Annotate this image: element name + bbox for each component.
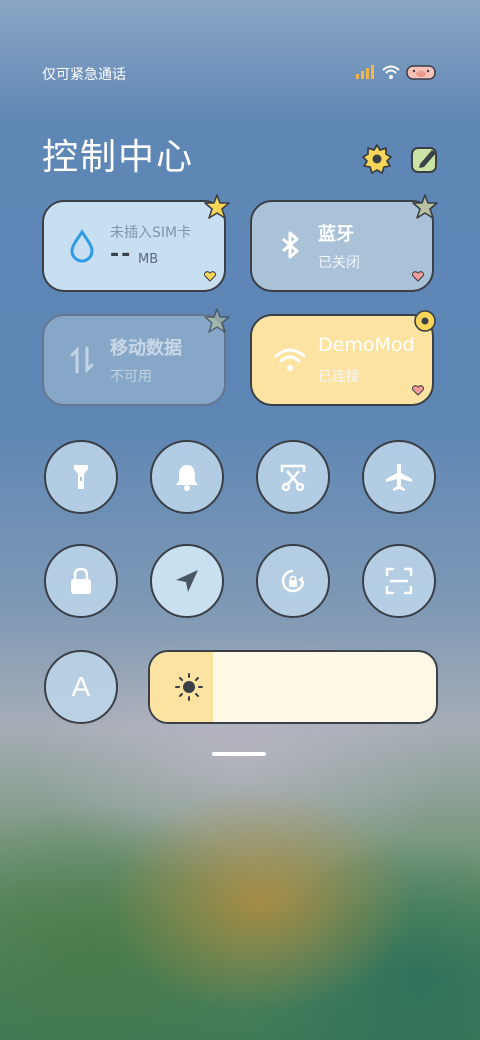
star-decoration-icon	[412, 194, 438, 219]
bell-toggle[interactable]	[150, 440, 224, 514]
rotation-lock-icon	[281, 569, 305, 593]
sun-icon	[175, 673, 203, 701]
rotation-lock-toggle[interactable]	[256, 544, 330, 618]
data-usage-value: --	[110, 242, 133, 267]
mobile-data-label: 移动数据	[110, 338, 182, 359]
star-decoration-icon	[204, 308, 230, 333]
heart-decoration-icon	[412, 271, 424, 282]
carrier-status-text: 仅可紧急通话	[42, 67, 126, 83]
brightness-slider[interactable]	[148, 650, 438, 724]
water-drop-icon	[70, 229, 94, 263]
gear-icon[interactable]	[362, 144, 392, 174]
star-decoration-icon	[204, 194, 230, 219]
airplane-toggle[interactable]	[362, 440, 436, 514]
bluetooth-label: 蓝牙	[318, 224, 354, 245]
sim-status-label: 未插入SIM卡	[110, 225, 192, 241]
status-icons	[356, 64, 436, 80]
scan-icon	[385, 567, 413, 595]
signal-icon	[356, 65, 374, 79]
gear-decoration-icon	[414, 310, 436, 332]
mobile-data-tile[interactable]: 移动数据 不可用	[42, 308, 230, 406]
screenshot-icon	[280, 464, 306, 492]
mobile-data-status: 不可用	[110, 369, 152, 385]
bell-icon	[176, 465, 198, 491]
wifi-status: 已连接	[318, 369, 360, 385]
lock-icon	[71, 567, 91, 594]
data-usage-tile[interactable]: 未插入SIM卡 -- MB	[42, 194, 230, 292]
wifi-icon	[382, 65, 400, 79]
heart-decoration-icon	[412, 385, 424, 396]
lock-toggle[interactable]	[44, 544, 118, 618]
edit-icon[interactable]	[410, 144, 440, 174]
wifi-icon	[274, 348, 306, 371]
data-usage-unit: MB	[138, 252, 159, 267]
auto-brightness-label: A	[71, 671, 91, 702]
bluetooth-icon	[282, 231, 299, 259]
pig-icon	[406, 65, 436, 80]
heart-decoration-icon	[204, 271, 216, 282]
bluetooth-status: 已关闭	[318, 255, 360, 271]
location-icon	[176, 570, 198, 592]
home-handle[interactable]	[212, 752, 266, 756]
mobile-data-icon	[70, 346, 94, 374]
auto-brightness-button[interactable]: A	[44, 650, 118, 724]
bluetooth-tile[interactable]: 蓝牙 已关闭	[250, 194, 438, 292]
airplane-icon	[386, 464, 412, 491]
page-title: 控制中心	[42, 137, 195, 178]
flashlight-icon	[74, 465, 88, 489]
scan-toggle[interactable]	[362, 544, 436, 618]
wifi-tile[interactable]: DemoMod 已连接	[250, 310, 436, 406]
location-toggle[interactable]	[150, 544, 224, 618]
screenshot-toggle[interactable]	[256, 440, 330, 514]
wifi-network-name: DemoMod	[318, 334, 415, 356]
flashlight-toggle[interactable]	[44, 440, 118, 514]
